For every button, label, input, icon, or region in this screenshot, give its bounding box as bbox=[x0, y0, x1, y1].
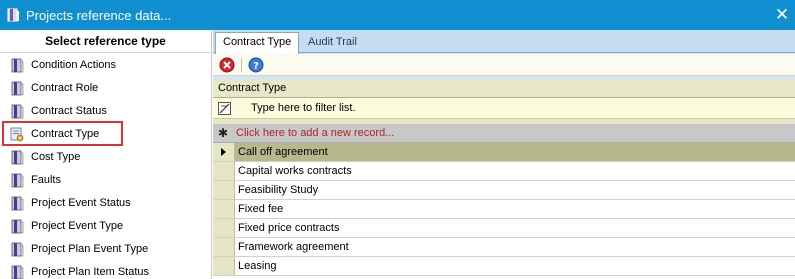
gear-document-icon bbox=[10, 127, 24, 142]
row-selector[interactable] bbox=[213, 143, 235, 161]
tab-audit-trail[interactable]: Audit Trail bbox=[301, 33, 364, 53]
tab-strip: Contract Type Audit Trail bbox=[213, 30, 795, 54]
close-icon: ✕ bbox=[774, 5, 790, 24]
table-row[interactable]: Capital works contracts bbox=[213, 162, 795, 181]
table-row[interactable]: Fixed fee bbox=[213, 200, 795, 219]
row-selector[interactable] bbox=[213, 181, 235, 199]
table-row[interactable]: Leasing bbox=[213, 257, 795, 276]
book-icon bbox=[11, 196, 24, 211]
book-icon bbox=[11, 150, 24, 165]
table-row[interactable]: Fixed price contracts bbox=[213, 219, 795, 238]
ref-item-contract-role[interactable]: Contract Role bbox=[0, 77, 210, 100]
ref-item-project-event-status[interactable]: Project Event Status bbox=[0, 192, 210, 215]
table-row[interactable]: Feasibility Study bbox=[213, 181, 795, 200]
window-title: Projects reference data... bbox=[26, 8, 172, 23]
table-row[interactable]: Call off agreement bbox=[213, 143, 795, 162]
book-icon bbox=[11, 173, 24, 188]
column-header-contract-type[interactable]: Contract Type bbox=[213, 80, 795, 98]
book-icon bbox=[11, 104, 24, 119]
tab-contract-type[interactable]: Contract Type bbox=[215, 32, 300, 54]
table-row[interactable]: Framework agreement bbox=[213, 238, 795, 257]
title-bar: Projects reference data... ✕ bbox=[0, 0, 795, 30]
ref-item-cost-type[interactable]: Cost Type bbox=[0, 146, 210, 169]
close-button[interactable]: ✕ bbox=[770, 2, 794, 28]
contract-type-grid: Contract Type Type here to filter list. … bbox=[213, 80, 795, 279]
filter-row[interactable]: Type here to filter list. bbox=[213, 98, 795, 119]
ref-item-label: Condition Actions bbox=[31, 59, 116, 71]
delete-icon bbox=[219, 57, 235, 73]
book-icon bbox=[11, 265, 24, 279]
row-pointer-icon bbox=[221, 148, 226, 156]
ref-item-contract-status[interactable]: Contract Status bbox=[0, 100, 210, 123]
panel-header: Select reference type bbox=[0, 30, 211, 53]
ref-item-label: Faults bbox=[31, 174, 61, 186]
row-selector[interactable] bbox=[213, 219, 235, 237]
toolbar-separator bbox=[241, 58, 242, 72]
ref-item-label: Contract Status bbox=[31, 105, 107, 117]
ref-item-label: Cost Type bbox=[31, 151, 81, 163]
help-icon: ? bbox=[248, 57, 264, 73]
cell-contract-type: Leasing bbox=[238, 260, 277, 272]
ref-item-contract-type[interactable]: Contract Type bbox=[0, 123, 210, 146]
ref-item-label: Project Plan Event Type bbox=[31, 243, 149, 255]
cell-contract-type: Fixed price contracts bbox=[238, 222, 340, 234]
row-selector[interactable] bbox=[213, 238, 235, 256]
reference-type-panel: Select reference type Condition Actions … bbox=[0, 30, 212, 279]
book-icon bbox=[11, 219, 24, 234]
cell-contract-type: Fixed fee bbox=[238, 203, 284, 215]
add-record-link[interactable]: Click here to add a new record... bbox=[236, 127, 394, 139]
book-icon bbox=[11, 81, 24, 96]
ref-item-faults[interactable]: Faults bbox=[0, 169, 210, 192]
cell-contract-type: Framework agreement bbox=[238, 241, 349, 253]
filter-icon bbox=[218, 102, 231, 115]
book-icon bbox=[11, 242, 24, 257]
ref-item-condition-actions[interactable]: Condition Actions bbox=[0, 54, 210, 77]
row-selector[interactable] bbox=[213, 162, 235, 180]
delete-button[interactable] bbox=[219, 57, 235, 73]
ref-item-label: Project Plan Item Status bbox=[31, 266, 149, 278]
ref-item-project-event-type[interactable]: Project Event Type bbox=[0, 215, 210, 238]
ref-item-project-plan-item-status[interactable]: Project Plan Item Status bbox=[0, 261, 210, 279]
row-selector[interactable] bbox=[213, 200, 235, 218]
add-record-row[interactable]: ✱ Click here to add a new record... bbox=[213, 124, 795, 143]
ref-item-label: Project Event Type bbox=[31, 220, 124, 232]
ref-item-label: Project Event Status bbox=[31, 197, 131, 209]
cell-contract-type: Feasibility Study bbox=[238, 184, 319, 196]
ref-item-label: Contract Role bbox=[31, 82, 99, 94]
filter-placeholder: Type here to filter list. bbox=[251, 102, 356, 114]
book-icon bbox=[7, 8, 19, 22]
asterisk-icon: ✱ bbox=[218, 126, 229, 140]
cell-contract-type: Capital works contracts bbox=[238, 165, 352, 177]
ref-item-label: Contract Type bbox=[31, 128, 100, 140]
detail-panel: Contract Type Audit Trail ? Contract Typ… bbox=[213, 30, 795, 279]
grid-toolbar: ? bbox=[213, 54, 795, 76]
ref-item-project-plan-event-type[interactable]: Project Plan Event Type bbox=[0, 238, 210, 261]
cell-contract-type: Call off agreement bbox=[238, 146, 328, 158]
row-selector[interactable] bbox=[213, 257, 235, 275]
help-button[interactable]: ? bbox=[248, 57, 264, 73]
book-icon bbox=[11, 58, 24, 73]
svg-text:?: ? bbox=[253, 61, 259, 72]
